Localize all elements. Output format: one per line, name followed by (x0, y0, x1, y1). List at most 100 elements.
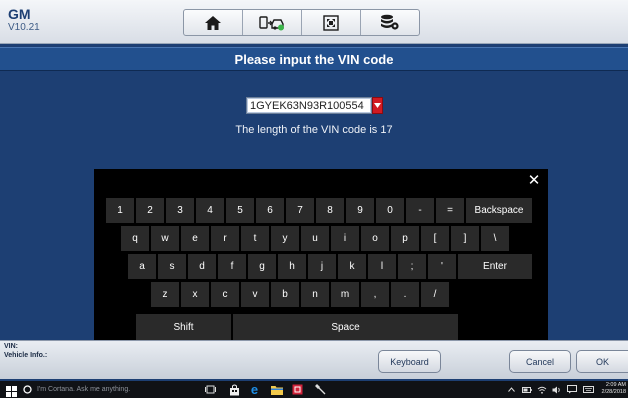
close-icon[interactable]: ✕ (526, 173, 542, 189)
cancel-button[interactable]: Cancel (509, 350, 571, 373)
wrench-icon (315, 384, 326, 395)
key[interactable]: s (158, 254, 186, 279)
vehicle-swap-button[interactable] (243, 10, 302, 35)
key[interactable]: l (368, 254, 396, 279)
enter-key[interactable]: Enter (458, 254, 532, 279)
show-hidden-icons-button[interactable] (506, 384, 517, 395)
key[interactable]: . (391, 282, 419, 307)
main-toolbar (183, 9, 420, 36)
data-settings-icon (381, 14, 399, 30)
app-footer: VIN: Vehicle Info.: Keyboard Cancel OK (0, 340, 628, 379)
page-title: Please input the VIN code (0, 47, 628, 71)
clock-time: 2:09 AM (605, 382, 626, 388)
space-key[interactable]: Space (233, 314, 458, 340)
key[interactable]: \ (481, 226, 509, 251)
key[interactable]: ' (428, 254, 456, 279)
key[interactable]: p (391, 226, 419, 251)
app-header: GM V10.21 (0, 0, 628, 44)
key[interactable]: 9 (346, 198, 374, 223)
store-app-button[interactable] (228, 383, 241, 396)
vin-input[interactable] (246, 97, 372, 114)
key[interactable]: c (211, 282, 239, 307)
ok-button[interactable]: OK (576, 350, 628, 373)
cortana-search-box[interactable]: I'm Cortana. Ask me anything. (23, 382, 193, 397)
cortana-circle-icon (23, 385, 32, 394)
footer-vin-label: VIN: (4, 343, 18, 350)
pinned-app-button[interactable] (291, 383, 304, 396)
fullscreen-button[interactable] (302, 10, 361, 35)
key[interactable]: h (278, 254, 306, 279)
file-explorer-button[interactable] (270, 383, 283, 396)
key[interactable]: 0 (376, 198, 404, 223)
key[interactable]: o (361, 226, 389, 251)
key[interactable]: x (181, 282, 209, 307)
key[interactable]: ] (451, 226, 479, 251)
key[interactable]: v (241, 282, 269, 307)
store-bag-icon (230, 384, 239, 395)
key[interactable]: u (301, 226, 329, 251)
key[interactable]: g (248, 254, 276, 279)
key[interactable]: d (188, 254, 216, 279)
key[interactable]: 3 (166, 198, 194, 223)
edge-icon: e (250, 382, 259, 397)
key[interactable]: r (211, 226, 239, 251)
speaker-icon (552, 386, 560, 393)
key[interactable]: n (301, 282, 329, 307)
battery-tray-button[interactable] (521, 384, 532, 395)
tools-app-button[interactable] (314, 383, 327, 396)
start-button[interactable] (6, 384, 17, 397)
vin-dropdown-button[interactable] (372, 97, 383, 114)
key[interactable]: z (151, 282, 179, 307)
key[interactable]: , (361, 282, 389, 307)
key[interactable]: 2 (136, 198, 164, 223)
keyboard-row-bottom: z x c v b n m , . / (151, 282, 449, 307)
shift-key[interactable]: Shift (136, 314, 231, 340)
key[interactable]: 6 (256, 198, 284, 223)
key[interactable]: / (421, 282, 449, 307)
touch-keyboard-tray-button[interactable] (583, 384, 594, 395)
key[interactable]: j (308, 254, 336, 279)
edge-browser-button[interactable]: e (248, 383, 261, 396)
key[interactable]: w (151, 226, 179, 251)
folder-icon (270, 385, 283, 395)
key[interactable]: i (331, 226, 359, 251)
red-app-icon (292, 384, 303, 395)
task-view-icon (205, 385, 216, 394)
key[interactable]: t (241, 226, 269, 251)
key[interactable]: 7 (286, 198, 314, 223)
network-tray-button[interactable] (536, 384, 547, 395)
keyboard-row-qwerty: q w e r t y u i o p [ ] \ (121, 226, 509, 251)
data-settings-button[interactable] (361, 10, 419, 35)
key[interactable]: b (271, 282, 299, 307)
task-view-button[interactable] (204, 383, 217, 396)
clock-date: 2/28/2018 (601, 389, 626, 395)
home-button[interactable] (184, 10, 243, 35)
key[interactable]: k (338, 254, 366, 279)
chevron-down-icon (374, 103, 381, 108)
keyboard-icon (583, 386, 594, 393)
key[interactable]: [ (421, 226, 449, 251)
key[interactable]: f (218, 254, 246, 279)
message-icon (566, 385, 577, 394)
key[interactable]: y (271, 226, 299, 251)
key[interactable]: ; (398, 254, 426, 279)
volume-tray-button[interactable] (551, 384, 562, 395)
software-version: V10.21 (8, 22, 40, 33)
key[interactable]: q (121, 226, 149, 251)
key[interactable]: 5 (226, 198, 254, 223)
key[interactable]: 8 (316, 198, 344, 223)
notifications-tray-button[interactable] (566, 384, 577, 395)
brand: GM V10.21 (8, 6, 40, 34)
key[interactable]: 1 (106, 198, 134, 223)
fullscreen-icon (323, 14, 339, 31)
key[interactable]: - (406, 198, 434, 223)
key[interactable]: e (181, 226, 209, 251)
backspace-key[interactable]: Backspace (466, 198, 532, 223)
key[interactable]: m (331, 282, 359, 307)
keyboard-button[interactable]: Keyboard (378, 350, 441, 373)
key[interactable]: a (128, 254, 156, 279)
taskbar-clock[interactable]: 2:09 AM 2/28/2018 (600, 382, 626, 396)
key[interactable]: 4 (196, 198, 224, 223)
key[interactable]: = (436, 198, 464, 223)
brand-name: GM (8, 6, 31, 22)
